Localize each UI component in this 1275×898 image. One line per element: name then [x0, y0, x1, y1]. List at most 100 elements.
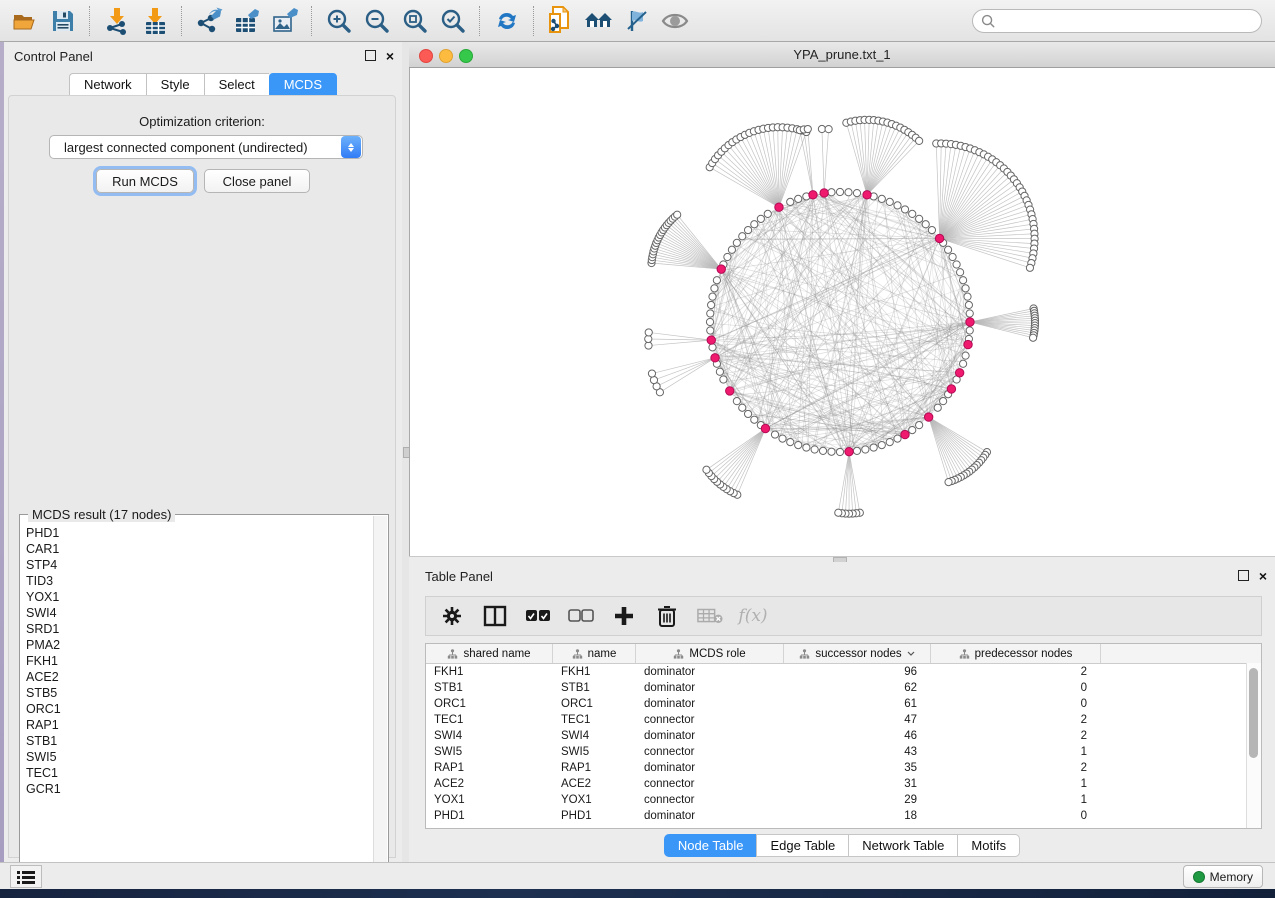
show-column-pane-button[interactable] — [482, 603, 508, 629]
hide-selected-button[interactable] — [618, 4, 656, 38]
function-builder-button[interactable]: f(x) — [740, 603, 766, 629]
zoom-in-button[interactable] — [320, 4, 358, 38]
cell-shared-name: TEC1 — [426, 712, 553, 728]
search-input[interactable] — [996, 10, 1261, 32]
mcds-node-item[interactable]: TID3 — [26, 573, 372, 589]
table-row[interactable]: SWI4SWI4dominator462 — [426, 728, 1261, 744]
task-history-button[interactable] — [10, 865, 42, 888]
column-header-name[interactable]: name — [553, 644, 636, 663]
float-table-panel-icon[interactable] — [1238, 570, 1249, 581]
node-table[interactable]: shared namenameMCDS role successor nodes p… — [425, 643, 1262, 829]
table-row[interactable]: FKH1FKH1dominator962 — [426, 664, 1261, 680]
add-column-button[interactable] — [611, 603, 637, 629]
select-all-button[interactable] — [525, 603, 551, 629]
mcds-node-item[interactable]: SRD1 — [26, 621, 372, 637]
network-view-canvas[interactable] — [409, 68, 1275, 556]
tab-network[interactable]: Network — [69, 73, 146, 96]
mcds-node-item[interactable]: CAR1 — [26, 541, 372, 557]
run-mcds-button[interactable]: Run MCDS — [96, 169, 194, 193]
mcds-node-item[interactable]: SWI4 — [26, 605, 372, 621]
table-scrollbar-thumb[interactable] — [1249, 668, 1258, 758]
table-row[interactable]: PHD1PHD1dominator180 — [426, 808, 1261, 824]
delete-table-button[interactable] — [697, 603, 723, 629]
zoom-fit-button[interactable] — [396, 4, 434, 38]
mcds-node-item[interactable]: ORC1 — [26, 701, 372, 717]
column-label: successor nodes — [815, 648, 901, 660]
show-eye-button[interactable] — [656, 4, 694, 38]
column-header-MCDS-role[interactable]: MCDS role — [636, 644, 784, 663]
cell-predecessor-nodes: 2 — [931, 760, 1101, 776]
mcds-node-item[interactable]: GCR1 — [26, 781, 372, 797]
column-header-successor-nodes[interactable]: successor nodes — [784, 644, 931, 663]
column-header-predecessor-nodes[interactable]: predecessor nodes — [931, 644, 1101, 663]
network-window-titlebar[interactable]: YPA_prune.txt_1 — [409, 42, 1275, 68]
tab-select[interactable]: Select — [204, 73, 269, 96]
table-row[interactable]: ORC1ORC1dominator610 — [426, 696, 1261, 712]
result-scrollbar[interactable] — [373, 516, 387, 880]
close-panel-icon[interactable]: × — [386, 51, 394, 61]
tab-node-table[interactable]: Node Table — [664, 834, 757, 857]
cell-predecessor-nodes: 1 — [931, 792, 1101, 808]
tab-motifs[interactable]: Motifs — [957, 834, 1020, 857]
cell-MCDS-role: dominator — [636, 664, 784, 680]
mcds-node-item[interactable]: TEC1 — [26, 765, 372, 781]
table-row[interactable]: ACE2ACE2connector311 — [426, 776, 1261, 792]
criterion-dropdown[interactable]: largest connected component (undirected) — [49, 135, 363, 159]
tab-style[interactable]: Style — [146, 73, 204, 96]
mcds-result-list[interactable]: PHD1CAR1STP4TID3YOX1SWI4SRD1PMA2FKH1ACE2… — [26, 525, 372, 877]
show-all-button[interactable] — [580, 4, 618, 38]
apply-layout-button[interactable] — [488, 4, 526, 38]
zoom-out-button[interactable] — [358, 4, 396, 38]
toolbar-separator — [89, 6, 91, 36]
mcds-node-item[interactable]: STP4 — [26, 557, 372, 573]
mcds-node-item[interactable]: STB1 — [26, 733, 372, 749]
control-panel-tabs: NetworkStyleSelectMCDS — [4, 73, 402, 96]
node-table-header: shared namenameMCDS role successor nodes p… — [426, 644, 1261, 664]
column-label: predecessor nodes — [975, 648, 1073, 660]
network-title: YPA_prune.txt_1 — [409, 47, 1275, 62]
open-file-button[interactable] — [6, 4, 44, 38]
tab-network-table[interactable]: Network Table — [848, 834, 957, 857]
table-row[interactable]: YOX1YOX1connector291 — [426, 792, 1261, 808]
deselect-all-button[interactable] — [568, 603, 594, 629]
column-header-shared-name[interactable]: shared name — [426, 644, 553, 663]
import-network-button[interactable] — [98, 4, 136, 38]
new-network-from-selection-button[interactable] — [542, 4, 580, 38]
float-panel-icon[interactable] — [365, 50, 376, 61]
table-settings-button[interactable] — [439, 603, 465, 629]
export-network-button[interactable] — [190, 4, 228, 38]
mcds-node-item[interactable]: PMA2 — [26, 637, 372, 653]
mcds-node-item[interactable]: SWI5 — [26, 749, 372, 765]
import-table-button[interactable] — [136, 4, 174, 38]
mcds-node-item[interactable]: FKH1 — [26, 653, 372, 669]
table-scrollbar[interactable] — [1246, 663, 1261, 828]
tab-mcds[interactable]: MCDS — [269, 73, 337, 96]
search-field[interactable] — [972, 9, 1262, 33]
mcds-node-item[interactable]: STB5 — [26, 685, 372, 701]
table-row[interactable]: TEC1TEC1connector472 — [426, 712, 1261, 728]
table-row[interactable]: SWI5SWI5connector431 — [426, 744, 1261, 760]
export-image-button[interactable] — [266, 4, 304, 38]
cell-predecessor-nodes: 0 — [931, 696, 1101, 712]
export-table-button[interactable] — [228, 4, 266, 38]
split-columns-icon — [483, 605, 507, 627]
save-session-button[interactable] — [44, 4, 82, 38]
zoom-selected-button[interactable] — [434, 4, 472, 38]
memory-button[interactable]: Memory — [1183, 865, 1263, 888]
zoom-out-icon — [364, 8, 390, 34]
cell-predecessor-nodes: 2 — [931, 664, 1101, 680]
table-row[interactable]: RAP1RAP1dominator352 — [426, 760, 1261, 776]
mcds-node-item[interactable]: PHD1 — [26, 525, 372, 541]
close-table-panel-icon[interactable]: × — [1259, 571, 1267, 581]
mcds-node-item[interactable]: ACE2 — [26, 669, 372, 685]
tab-edge-table[interactable]: Edge Table — [756, 834, 848, 857]
mcds-node-item[interactable]: YOX1 — [26, 589, 372, 605]
cell-predecessor-nodes: 0 — [931, 680, 1101, 696]
close-panel-button[interactable]: Close panel — [204, 169, 310, 193]
delete-column-button[interactable] — [654, 603, 680, 629]
node-table-body: FKH1FKH1dominator962STB1STB1dominator620… — [426, 664, 1261, 824]
table-row[interactable]: STB1STB1dominator620 — [426, 680, 1261, 696]
mcds-node-item[interactable]: RAP1 — [26, 717, 372, 733]
cell-shared-name: SWI5 — [426, 744, 553, 760]
gear-icon — [441, 605, 463, 627]
